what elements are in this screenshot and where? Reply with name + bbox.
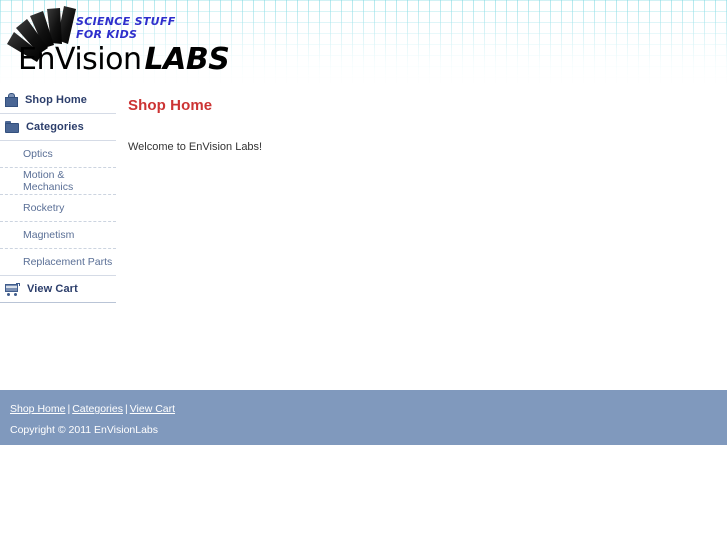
- site-logo[interactable]: SCIENCE STUFF FOR KIDS EnVision LABS: [0, 0, 230, 87]
- footer-link-view-cart[interactable]: View Cart: [130, 403, 175, 415]
- sidebar-item-label: Categories: [26, 121, 84, 133]
- sidebar-item-magnetism[interactable]: Magnetism: [0, 222, 116, 249]
- logo-wordmark-secondary: LABS: [144, 42, 230, 77]
- shopping-cart-icon: [5, 282, 20, 296]
- site-header: SCIENCE STUFF FOR KIDS EnVision LABS: [0, 0, 727, 87]
- main-content: Shop Home Welcome to EnVision Labs!: [128, 87, 719, 153]
- sidebar-item-label: Rocketry: [23, 202, 65, 214]
- sidebar-item-optics[interactable]: Optics: [0, 141, 116, 168]
- sidebar-item-categories[interactable]: Categories: [0, 114, 116, 141]
- sidebar-item-label: Motion & Mechanics: [23, 169, 74, 193]
- footer-link-bar: Shop Home | Categories | View Cart: [10, 402, 727, 416]
- sidebar-item-label: Replacement Parts: [23, 256, 113, 268]
- page-body: Shop Home Categories Optics Motion & Mec…: [0, 87, 727, 445]
- logo-wordmark-primary: EnVision: [18, 42, 142, 77]
- shopping-bag-icon: [5, 93, 18, 107]
- logo-wordmark: EnVision LABS: [18, 42, 230, 77]
- sidebar-item-replacement-parts[interactable]: Replacement Parts: [0, 249, 116, 276]
- sidebar-item-label: View Cart: [27, 283, 78, 295]
- sidebar-item-rocketry[interactable]: Rocketry: [0, 195, 116, 222]
- logo-tagline: SCIENCE STUFF FOR KIDS: [76, 15, 176, 41]
- page-title: Shop Home: [128, 97, 213, 114]
- sidebar-item-motion-mechanics[interactable]: Motion & Mechanics: [0, 168, 116, 195]
- welcome-message: Welcome to EnVision Labs!: [128, 141, 263, 153]
- sidebar-item-view-cart[interactable]: View Cart: [0, 276, 116, 303]
- footer-link-shop-home[interactable]: Shop Home: [10, 403, 65, 415]
- sidebar-item-label: Shop Home: [25, 94, 88, 106]
- footer-copyright: Copyright © 2011 EnVisionLabs: [10, 424, 159, 436]
- footer-link-categories[interactable]: Categories: [72, 403, 123, 415]
- footer-separator: |: [124, 403, 128, 415]
- folder-icon: [5, 121, 19, 133]
- sidebar-item-shop-home[interactable]: Shop Home: [0, 87, 116, 114]
- site-footer: Shop Home | Categories | View Cart Copyright…: [0, 390, 727, 445]
- sidebar-navigation: Shop Home Categories Optics Motion & Mec…: [0, 87, 116, 303]
- sidebar-item-label: Magnetism: [23, 229, 75, 241]
- sidebar-item-label: Optics: [23, 148, 53, 160]
